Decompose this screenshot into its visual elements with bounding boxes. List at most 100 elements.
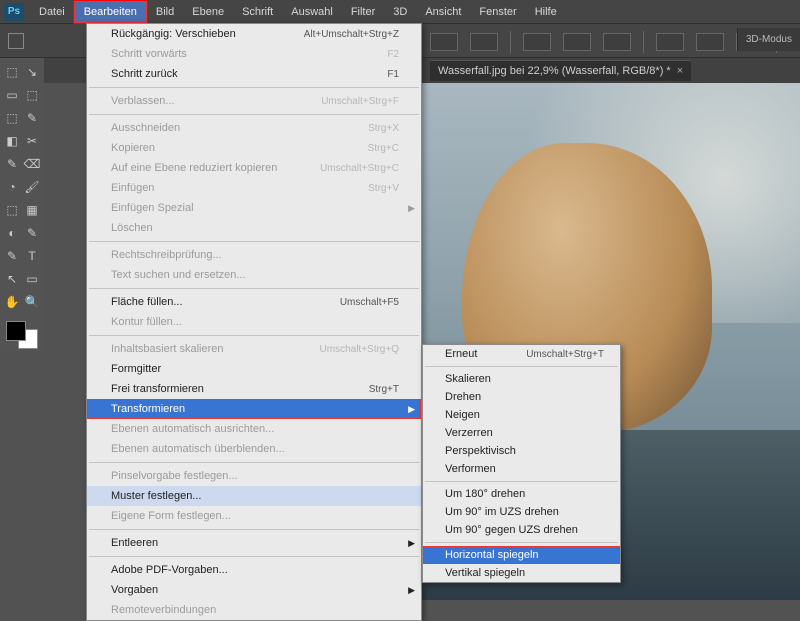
submenu-item-erneut[interactable]: ErneutUmschalt+Strg+T xyxy=(423,345,620,363)
menu-item-transformieren[interactable]: Transformieren▶ xyxy=(87,399,421,419)
menu-item-label: Inhaltsbasiert skalieren xyxy=(111,343,224,355)
menu-ebene[interactable]: Ebene xyxy=(183,2,233,22)
menu-filter[interactable]: Filter xyxy=(342,2,384,22)
menu-item-eigene-form-festlegen: Eigene Form festlegen... xyxy=(87,506,421,526)
menu-item-label: Text suchen und ersetzen... xyxy=(111,269,246,281)
submenu-item-vertikal-spiegeln[interactable]: Vertikal spiegeln xyxy=(423,564,620,582)
document-tab[interactable]: Wasserfall.jpg bei 22,9% (Wasserfall, RG… xyxy=(430,60,691,81)
tool-button[interactable]: ✎ xyxy=(3,153,21,174)
3d-control-icon[interactable] xyxy=(696,33,724,51)
tool-button[interactable]: 🔍 xyxy=(23,291,41,312)
menu-auswahl[interactable]: Auswahl xyxy=(282,2,342,22)
shortcut-label: Strg+X xyxy=(368,123,399,134)
menu-ansicht[interactable]: Ansicht xyxy=(416,2,470,22)
menu-item-label: Erneut xyxy=(445,348,477,360)
menu-item-label: Drehen xyxy=(445,391,481,403)
submenu-item-neigen[interactable]: Neigen xyxy=(423,406,620,424)
menu-bild[interactable]: Bild xyxy=(147,2,183,22)
submenu-item-perspektivisch[interactable]: Perspektivisch xyxy=(423,442,620,460)
tool-button[interactable]: ✂ xyxy=(23,130,41,151)
menu-item-kopieren: KopierenStrg+C xyxy=(87,138,421,158)
menu-item-adobe-pdf-vorgaben[interactable]: Adobe PDF-Vorgaben... xyxy=(87,560,421,580)
menu-schrift[interactable]: Schrift xyxy=(233,2,282,22)
menu-item-label: Verblassen... xyxy=(111,95,175,107)
menu-item-label: Kontur füllen... xyxy=(111,316,182,328)
tool-button[interactable]: ▭ xyxy=(23,268,41,289)
3d-control-icon[interactable] xyxy=(656,33,684,51)
menu-item-label: Remoteverbindungen xyxy=(111,604,216,616)
menu-item-ebenen-automatisch-ausrichten: Ebenen automatisch ausrichten... xyxy=(87,419,421,439)
menu-3d[interactable]: 3D xyxy=(384,2,416,22)
tool-button[interactable]: ◧ xyxy=(3,130,21,151)
3d-control-icon[interactable] xyxy=(470,33,498,51)
submenu-item-skalieren[interactable]: Skalieren xyxy=(423,370,620,388)
tool-button[interactable]: ⌫ xyxy=(23,153,41,174)
menu-item-r-ckg-ngig-verschieben[interactable]: Rückgängig: VerschiebenAlt+Umschalt+Strg… xyxy=(87,24,421,44)
tool-button[interactable]: ⬚ xyxy=(23,84,41,105)
submenu-item-horizontal-spiegeln[interactable]: Horizontal spiegeln xyxy=(423,546,620,564)
document-tab-title: Wasserfall.jpg bei 22,9% (Wasserfall, RG… xyxy=(438,65,671,77)
menu-bearbeiten[interactable]: Bearbeiten xyxy=(74,1,147,23)
submenu-item-drehen[interactable]: Drehen xyxy=(423,388,620,406)
menu-item-schritt-zur-ck[interactable]: Schritt zurückF1 xyxy=(87,64,421,84)
menu-separator xyxy=(89,241,419,242)
submenu-arrow-icon: ▶ xyxy=(408,404,415,415)
submenu-item-um-90-im-uzs-drehen[interactable]: Um 90° im UZS drehen xyxy=(423,503,620,521)
3d-control-icon[interactable] xyxy=(523,33,551,51)
3d-control-icon[interactable] xyxy=(603,33,631,51)
workspace-mode-label[interactable]: 3D-Modus xyxy=(737,28,800,51)
tool-button[interactable]: ✎ xyxy=(23,107,41,128)
tool-button[interactable]: ↘ xyxy=(23,61,41,82)
shortcut-label: Umschalt+Strg+F xyxy=(321,96,399,107)
menu-item-muster-festlegen[interactable]: Muster festlegen... xyxy=(87,486,421,506)
shortcut-label: Strg+V xyxy=(368,183,399,194)
submenu-arrow-icon: ▶ xyxy=(408,585,415,596)
tool-button[interactable]: ✎ xyxy=(23,222,41,243)
tool-button[interactable]: ↖ xyxy=(3,268,21,289)
menu-item-einf-gen-spezial: Einfügen Spezial▶ xyxy=(87,198,421,218)
shortcut-label: Umschalt+Strg+Q xyxy=(320,344,399,355)
menu-item-ebenen-automatisch-berblenden: Ebenen automatisch überblenden... xyxy=(87,439,421,459)
tool-button[interactable]: ✋ xyxy=(3,291,21,312)
3d-control-icon[interactable] xyxy=(563,33,591,51)
menu-item-frei-transformieren[interactable]: Frei transformierenStrg+T xyxy=(87,379,421,399)
menu-separator xyxy=(89,114,419,115)
tool-button[interactable]: ⬚ xyxy=(3,199,21,220)
tool-button[interactable]: ◐ xyxy=(3,222,21,243)
submenu-item-verformen[interactable]: Verformen xyxy=(423,460,620,478)
shortcut-label: F1 xyxy=(387,69,399,80)
color-swatch[interactable] xyxy=(4,319,40,351)
tool-button[interactable]: T xyxy=(23,245,41,266)
shortcut-label: Strg+C xyxy=(368,143,399,154)
menu-separator xyxy=(89,335,419,336)
menu-item-label: Perspektivisch xyxy=(445,445,516,457)
submenu-item-verzerren[interactable]: Verzerren xyxy=(423,424,620,442)
tool-button[interactable]: ◔ xyxy=(3,176,21,197)
submenu-item-um-180-drehen[interactable]: Um 180° drehen xyxy=(423,485,620,503)
menu-hilfe[interactable]: Hilfe xyxy=(526,2,566,22)
menu-item-kontur-f-llen: Kontur füllen... xyxy=(87,312,421,332)
menu-separator xyxy=(89,87,419,88)
submenu-item-um-90-gegen-uzs-drehen[interactable]: Um 90° gegen UZS drehen xyxy=(423,521,620,539)
tool-button[interactable]: ▦ xyxy=(23,199,41,220)
tool-button[interactable]: ▭ xyxy=(3,84,21,105)
menu-fenster[interactable]: Fenster xyxy=(470,2,525,22)
separator xyxy=(643,31,644,53)
tool-button[interactable]: ✎ xyxy=(3,245,21,266)
menu-item-label: Fläche füllen... xyxy=(111,296,183,308)
menu-item-entleeren[interactable]: Entleeren▶ xyxy=(87,533,421,553)
menu-item-formgitter[interactable]: Formgitter xyxy=(87,359,421,379)
tool-button[interactable]: ⬚ xyxy=(3,107,21,128)
close-icon[interactable]: × xyxy=(677,65,683,77)
foreground-color[interactable] xyxy=(6,321,26,341)
tool-preset-icon[interactable] xyxy=(8,33,24,49)
menu-item-fl-che-f-llen[interactable]: Fläche füllen...Umschalt+F5 xyxy=(87,292,421,312)
menu-item-vorgaben[interactable]: Vorgaben▶ xyxy=(87,580,421,600)
tool-button[interactable]: 🖌 xyxy=(23,176,41,197)
shortcut-label: F2 xyxy=(387,49,399,60)
tool-button[interactable]: ⬚ xyxy=(3,61,21,82)
3d-control-icon[interactable] xyxy=(430,33,458,51)
menu-separator xyxy=(425,542,618,543)
menu-datei[interactable]: Datei xyxy=(30,2,74,22)
menu-item-label: Formgitter xyxy=(111,363,161,375)
